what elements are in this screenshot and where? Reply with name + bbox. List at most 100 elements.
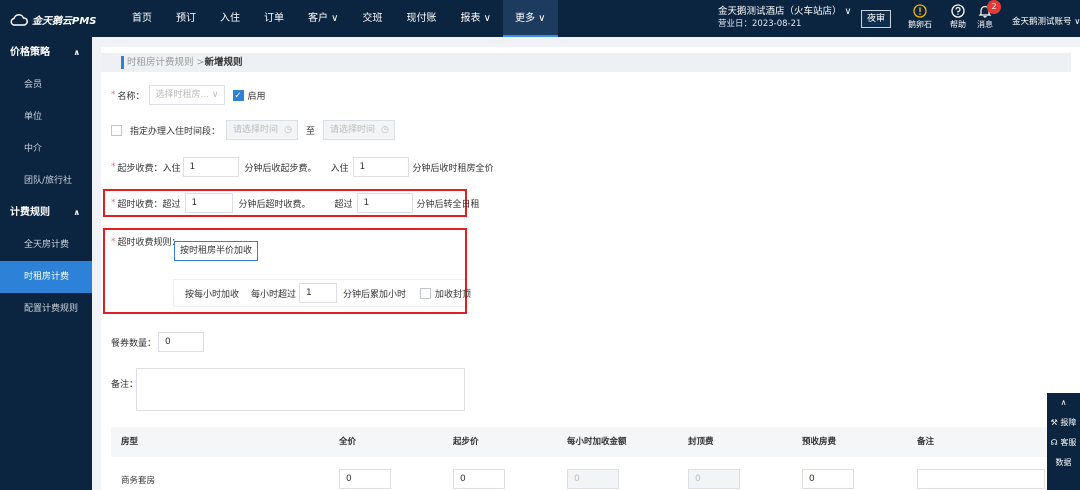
per-hour-label: 每小时超过 xyxy=(251,289,297,300)
column-start-price: 起步价 xyxy=(453,437,479,447)
table-header: 房型 全价 起步价 每小时加收金额 封顶费 预收房费 备注 xyxy=(111,427,1071,457)
full-price-suffix: 分钟后收时租房全价 xyxy=(412,163,494,174)
hotel-name: 金天鹅测试酒店（火车站店） xyxy=(718,6,842,17)
room-type-placeholder: 选择时租房... xyxy=(155,90,210,100)
warning-circle-icon xyxy=(913,4,927,18)
column-hourly-amount: 每小时加收金额 xyxy=(567,437,627,447)
headset-icon: ☊ xyxy=(1050,438,1058,447)
customer-service-button[interactable]: ☊ 客服 xyxy=(1047,433,1080,453)
scroll-top-button[interactable]: ∧ xyxy=(1047,393,1080,413)
enabled-label: 启用 xyxy=(247,91,266,102)
required-mark: * xyxy=(111,162,116,172)
start-fee-row: * 起步收费：入住 1 分钟后收起步费。 入住 1 分钟后收时租房全价 xyxy=(111,157,494,177)
nav-booking[interactable]: 预订 xyxy=(164,0,208,37)
nav-cash-account[interactable]: 现付账 xyxy=(395,0,449,37)
hourly-label[interactable]: 按每小时加收 xyxy=(185,287,239,300)
nav-shift[interactable]: 交班 xyxy=(351,0,395,37)
prepaid-fee-input[interactable]: 0 xyxy=(802,469,854,489)
overtime-minutes-input[interactable]: 1 xyxy=(184,193,233,213)
hourly-surcharge-fields: 按每小时加收 每小时超过 1 分钟后累加小时 加收封顶 xyxy=(185,283,471,303)
nav-more[interactable]: 更多 ∨ xyxy=(503,0,558,37)
end-time-placeholder: 请选择时间 xyxy=(330,125,376,135)
tool-help[interactable]: 帮助 xyxy=(950,4,966,30)
fullday-suffix: 分钟后转全日租 xyxy=(416,199,480,210)
nav-reports[interactable]: 报表 ∨ xyxy=(449,0,504,37)
required-mark: * xyxy=(111,90,116,100)
nav-home[interactable]: 首页 xyxy=(120,0,164,37)
start-fee-minutes-input[interactable]: 1 xyxy=(182,157,239,177)
tool-label: 鹅卵石 xyxy=(908,20,932,29)
sidebar-item-member[interactable]: 会员 xyxy=(0,69,92,101)
sidebar-item-fullday-billing[interactable]: 全天房计费 xyxy=(0,229,92,261)
column-prepaid-fee: 预收房费 xyxy=(802,437,837,447)
fullday-minutes-input[interactable]: 1 xyxy=(356,193,413,213)
enabled-checkbox[interactable]: ✓ xyxy=(232,89,244,101)
checkin-label: 入住 xyxy=(330,163,349,174)
cell-room-type: 商务套房 xyxy=(121,476,156,486)
report-issue-button[interactable]: ⚒ 报障 xyxy=(1047,413,1080,433)
column-full-price: 全价 xyxy=(339,437,357,447)
overtime-rule-row: * 超时收费规则： xyxy=(111,235,181,249)
remark-input[interactable] xyxy=(917,469,1045,489)
app-name: 金天鹅云PMS xyxy=(32,16,97,27)
night-audit-button[interactable]: 夜审 xyxy=(861,10,891,28)
overtime-rule-label: 超时收费规则： xyxy=(117,238,181,248)
message-badge: 2 xyxy=(987,0,1001,14)
sidebar-group-billing[interactable]: 计费规则 ∧ xyxy=(0,197,92,229)
service-label: 客服 xyxy=(1060,438,1077,447)
cloud-icon xyxy=(10,13,28,26)
data-button[interactable]: 数据 xyxy=(1047,453,1080,473)
floating-service-bar: ∧ ⚒ 报障 ☊ 客服 数据 xyxy=(1047,393,1080,490)
cap-fee-input[interactable]: 0 xyxy=(688,469,740,489)
sidebar-item-hourly-billing[interactable]: 时租房计费 xyxy=(0,261,92,293)
end-time-input[interactable]: 请选择时间 ◷ xyxy=(323,120,396,140)
sidebar-item-config-billing[interactable]: 配置计费规则 xyxy=(0,293,92,325)
column-remark: 备注 xyxy=(917,437,935,447)
chevron-up-icon: ∧ xyxy=(73,208,81,217)
breadcrumb-accent xyxy=(121,56,124,69)
breakfast-input[interactable]: 0 xyxy=(158,332,205,352)
required-mark: * xyxy=(111,198,116,208)
sidebar-item-agent[interactable]: 中介 xyxy=(0,133,92,165)
hotel-selector[interactable]: 金天鹅测试酒店（火车站店） ∨ 营业日：2023-08-21 xyxy=(718,5,852,31)
account-menu[interactable]: 金天鹅测试账号 ∨ xyxy=(1012,15,1080,27)
required-mark: * xyxy=(111,236,116,247)
sidebar-group-pricing[interactable]: 价格策略 ∧ xyxy=(0,37,92,69)
breadcrumb-current: 新增规则 xyxy=(204,57,243,68)
start-fee-suffix: 分钟后收起步费。 xyxy=(244,163,317,174)
top-navbar: 金天鹅云PMS 首页 预订 入住 订单 客户 ∨ 交班 现付账 报表 ∨ 更多 … xyxy=(0,0,1080,37)
remark-label: 备注： xyxy=(111,380,139,390)
remark-textarea[interactable] xyxy=(136,368,465,411)
nav-checkin[interactable]: 入住 xyxy=(208,0,252,37)
sidebar: 价格策略 ∧ 会员 单位 中介 团队/旅行社 计费规则 ∧ 全天房计费 时租房计… xyxy=(0,37,92,490)
hourly-amount-input[interactable]: 0 xyxy=(567,469,619,489)
start-fee-label: 起步收费：入住 xyxy=(117,163,181,174)
main-content: 时租房计费规则 >新增规则 * 名称： 选择时租房... ∨ ✓ 启用 指定办理… xyxy=(101,47,1080,490)
start-price-input[interactable]: 0 xyxy=(453,469,505,489)
tool-pebble[interactable]: 鹅卵石 xyxy=(908,4,932,30)
half-price-button[interactable]: 按时租房半价加收 xyxy=(174,241,258,261)
breadcrumb-parent[interactable]: 时租房计费规则 > xyxy=(127,57,204,68)
full-price-input[interactable]: 0 xyxy=(339,469,391,489)
cap-checkbox[interactable] xyxy=(420,287,432,299)
sidebar-item-group-travel[interactable]: 团队/旅行社 xyxy=(0,165,92,197)
nav-orders[interactable]: 订单 xyxy=(252,0,296,37)
full-price-minutes-input[interactable]: 1 xyxy=(352,157,409,177)
chevron-down-icon: ∨ xyxy=(844,6,852,17)
name-label: 名称： xyxy=(117,91,145,102)
start-time-input[interactable]: 请选择时间 ◷ xyxy=(226,120,299,140)
per-hour-minutes-input[interactable]: 1 xyxy=(299,283,338,303)
column-room-type: 房型 xyxy=(121,437,139,447)
overtime-suffix: 分钟后超时收费。 xyxy=(238,199,311,210)
nav-customers[interactable]: 客户 ∨ xyxy=(296,0,351,37)
checkin-period-checkbox[interactable] xyxy=(111,124,122,136)
sidebar-item-company[interactable]: 单位 xyxy=(0,101,92,133)
exceed-label: 超过 xyxy=(334,199,353,210)
room-type-select[interactable]: 选择时租房... ∨ xyxy=(148,85,225,105)
breakfast-label: 餐券数量： xyxy=(111,338,157,349)
clock-icon: ◷ xyxy=(284,125,293,135)
app-logo[interactable]: 金天鹅云PMS xyxy=(10,12,96,27)
start-time-placeholder: 请选择时间 xyxy=(233,125,279,135)
sidebar-group-label: 价格策略 xyxy=(10,47,50,58)
breakfast-row: 餐券数量： 0 xyxy=(111,332,205,352)
